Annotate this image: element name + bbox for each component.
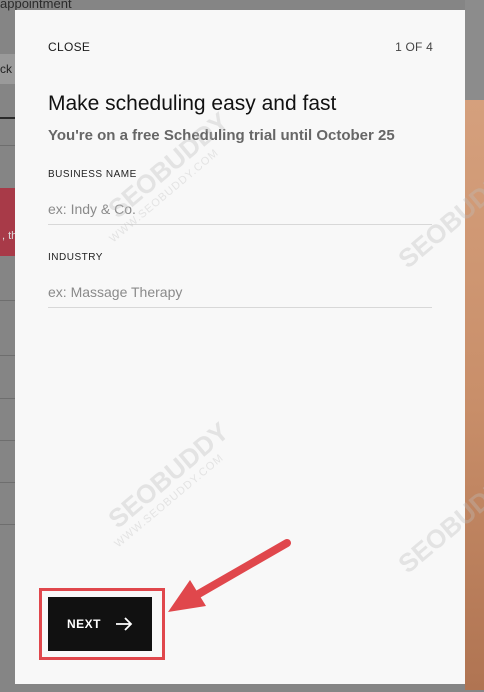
step-indicator: 1 OF 4: [395, 40, 433, 54]
industry-input[interactable]: [48, 277, 432, 308]
next-button[interactable]: NEXT: [48, 597, 152, 651]
business-name-label: BUSINESS NAME: [48, 169, 137, 180]
background-button-label: ck: [0, 62, 12, 76]
close-button[interactable]: CLOSE: [48, 40, 90, 54]
modal-subtitle: You're on a free Scheduling trial until …: [48, 127, 395, 144]
background-alert-banner: [0, 188, 16, 256]
background-right-panel-top: [465, 0, 484, 100]
business-name-input[interactable]: [48, 194, 432, 225]
background-image-strip: [465, 100, 484, 690]
modal-title: Make scheduling easy and fast: [48, 92, 337, 115]
arrow-right-icon: [116, 617, 133, 631]
industry-label: INDUSTRY: [48, 252, 103, 263]
onboarding-modal: CLOSE 1 OF 4 Make scheduling easy and fa…: [15, 10, 465, 684]
background-tab-indicator: [0, 117, 15, 119]
next-button-label: NEXT: [66, 617, 101, 631]
